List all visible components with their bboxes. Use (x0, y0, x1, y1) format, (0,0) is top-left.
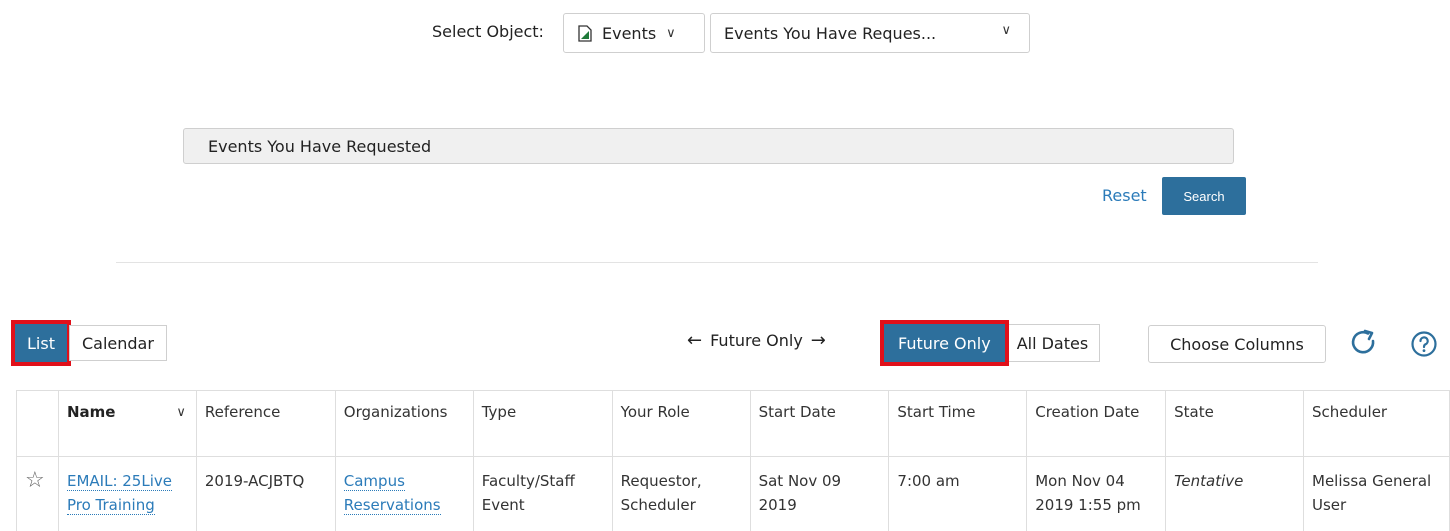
list-view-button[interactable]: List (11, 320, 71, 366)
document-icon (578, 24, 592, 42)
column-header-type[interactable]: Type (472, 390, 613, 457)
view-toggle: List Calendar (11, 320, 167, 366)
start-date-cell: Sat Nov 09 2019 (749, 456, 890, 531)
column-header-start-time[interactable]: Start Time (888, 390, 1028, 457)
select-object-label: Select Object: (432, 22, 544, 41)
start-time-cell: 7:00 am (888, 456, 1028, 531)
table-row: ☆ EMAIL: 25Live Pro Training 2019-ACJBTQ… (16, 456, 1450, 531)
column-header-organizations[interactable]: Organizations (334, 390, 474, 457)
divider (116, 262, 1318, 263)
state-cell: Tentative (1165, 456, 1304, 531)
help-icon[interactable] (1410, 330, 1438, 358)
chevron-down-icon: ∨ (1001, 23, 1011, 38)
choose-columns-button[interactable]: Choose Columns (1148, 325, 1326, 363)
date-range-navigator: ← Future Only → (687, 330, 826, 351)
reset-link[interactable]: Reset (1102, 186, 1147, 205)
creation-date-cell: Mon Nov 04 2019 1:55 pm (1026, 456, 1167, 531)
scheduler-cell: Melissa General User (1303, 456, 1450, 531)
all-dates-button[interactable]: All Dates (1008, 324, 1101, 362)
reference-cell: 2019-ACJBTQ (195, 456, 336, 531)
column-header-reference[interactable]: Reference (195, 390, 336, 457)
search-input[interactable]: Events You Have Requested (183, 128, 1234, 164)
column-header-scheduler[interactable]: Scheduler (1303, 390, 1450, 457)
arrow-right-icon[interactable]: → (811, 330, 826, 351)
chevron-down-icon[interactable]: ∨ (176, 405, 186, 420)
object-type-value: Events (602, 23, 657, 43)
event-name-cell: EMAIL: 25Live Pro Training (57, 456, 197, 531)
column-header-state[interactable]: State (1165, 390, 1304, 457)
organization-link[interactable]: Campus Reservations (343, 472, 441, 515)
saved-search-value: Events You Have Reques... (724, 23, 937, 43)
star-icon[interactable]: ☆ (25, 468, 45, 493)
role-cell: Requestor, Scheduler (611, 456, 751, 531)
future-only-button[interactable]: Future Only (880, 320, 1009, 366)
table-header-row: Name ∨ Reference Organizations Type Your… (16, 390, 1450, 457)
column-header-your-role[interactable]: Your Role (611, 390, 751, 457)
organization-cell: Campus Reservations (334, 456, 474, 531)
calendar-view-button[interactable]: Calendar (68, 325, 167, 361)
column-header-start-date[interactable]: Start Date (749, 390, 890, 457)
results-table: Name ∨ Reference Organizations Type Your… (16, 390, 1450, 531)
date-range-label: Future Only (710, 331, 803, 350)
arrow-left-icon[interactable]: ← (687, 330, 702, 351)
search-button[interactable]: Search (1162, 177, 1246, 215)
column-header-label: Name (66, 403, 116, 421)
refresh-icon[interactable] (1349, 328, 1379, 358)
favorite-cell: ☆ (16, 456, 59, 531)
column-header-creation-date[interactable]: Creation Date (1026, 390, 1167, 457)
event-name-link[interactable]: EMAIL: 25Live Pro Training (66, 472, 172, 515)
date-filter-toggle: Future Only All Dates (880, 320, 1101, 366)
object-type-dropdown[interactable]: Events ∨ (563, 13, 705, 53)
search-input-value: Events You Have Requested (208, 136, 432, 156)
favorite-column-header (16, 390, 59, 457)
chevron-down-icon: ∨ (666, 25, 676, 41)
column-header-name[interactable]: Name ∨ (57, 390, 197, 457)
type-cell: Faculty/Staff Event (472, 456, 613, 531)
saved-search-dropdown[interactable]: Events You Have Reques... ∨ (710, 13, 1030, 53)
